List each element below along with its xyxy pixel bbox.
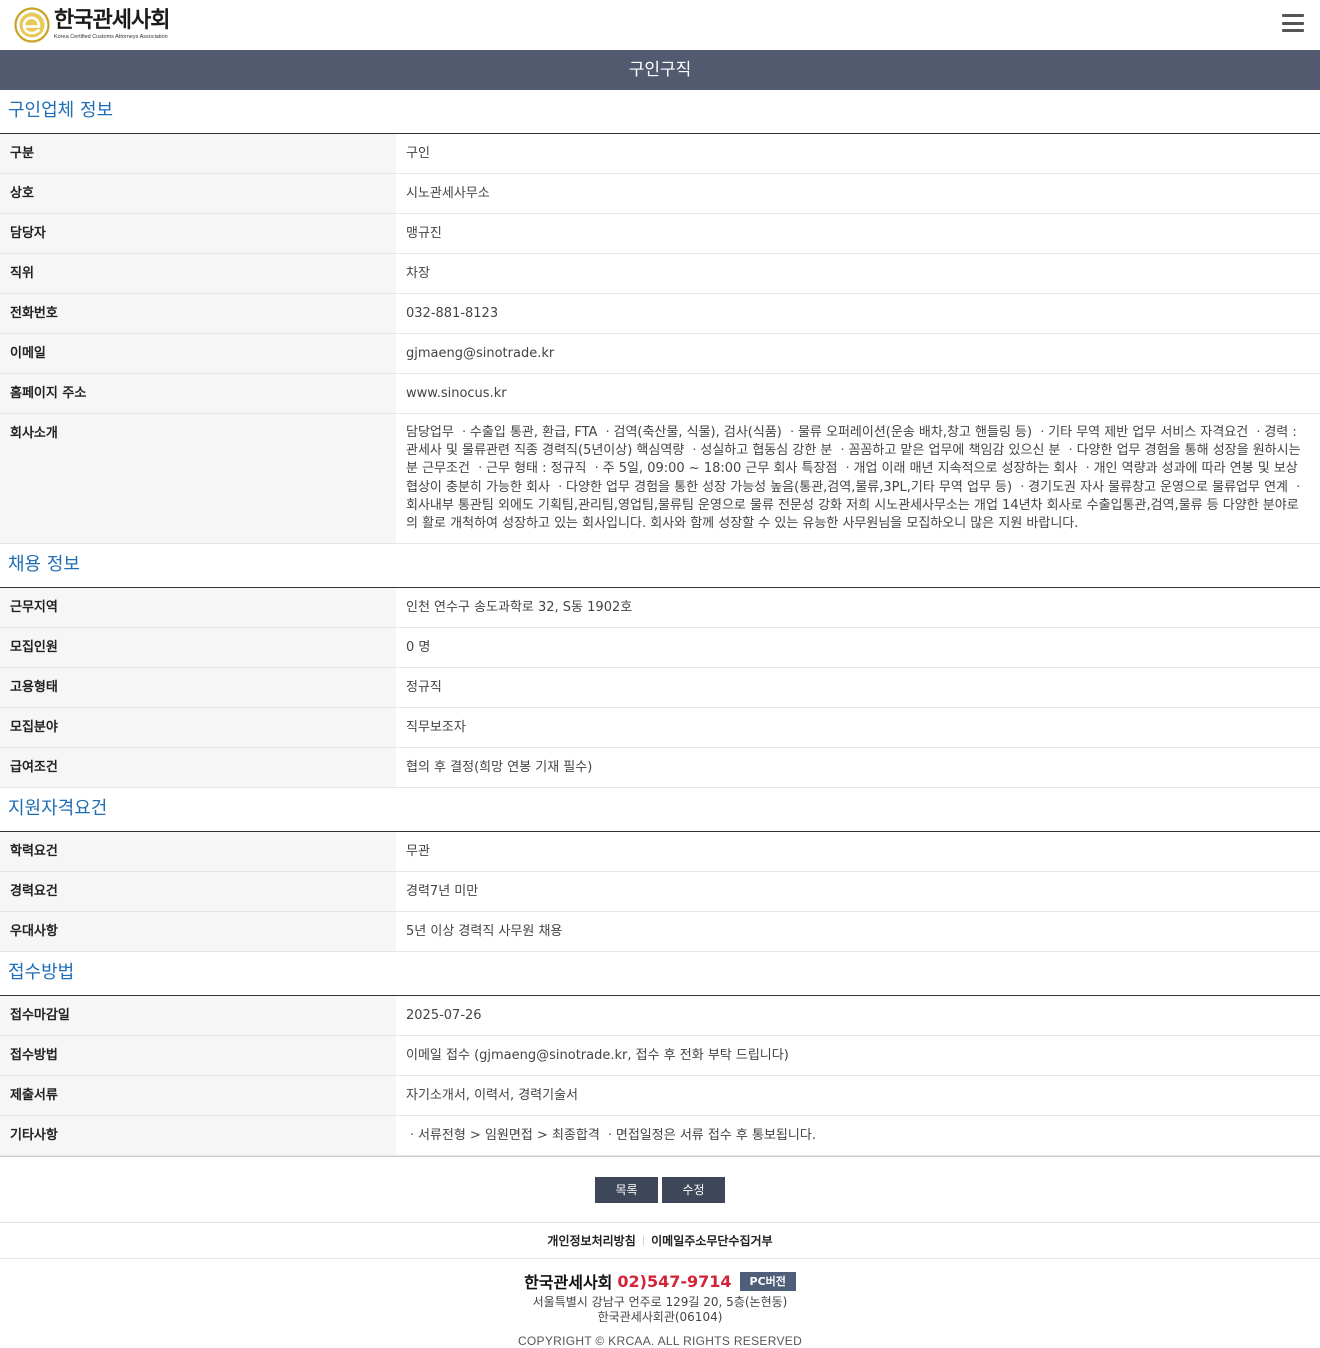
logo-english-name: Korea Certified Customs Attorneys Associ… <box>54 34 168 40</box>
logo-korean-name: 한국관세사회 <box>54 8 170 33</box>
row-label: 직위 <box>0 254 396 293</box>
pc-version-button[interactable]: PC버전 <box>739 1271 796 1291</box>
email-policy-link[interactable]: 이메일주소무단수집거부 <box>651 1232 772 1249</box>
list-button[interactable]: 목록 <box>595 1176 658 1203</box>
info-row: 접수방법 이메일 접수 (gjmaeng@sinotrade.kr, 접수 후 전… <box>0 1036 1320 1077</box>
footer-address-line1: 서울특별시 강남구 언주로 129길 20, 5층(논현동) <box>532 1295 788 1310</box>
info-row: 상호 시노관세사무소 <box>0 174 1320 214</box>
row-value: 032-881-8123 <box>406 306 499 321</box>
row-value: www.sinocus.kr <box>406 386 507 401</box>
info-row: 회사소개 담당업무 ㆍ수출입 통관, 환급, FTA ㆍ검역(축산물, 식물), … <box>0 414 1320 545</box>
row-label: 기타사항 <box>0 1116 396 1156</box>
row-label: 구분 <box>0 134 396 173</box>
row-label: 모집인원 <box>0 628 396 668</box>
info-row: 근무지역 인천 연수구 송도과학로 32, S동 1902호 <box>0 588 1320 629</box>
page-title: 구인구직 <box>0 50 1320 90</box>
info-row: 이메일 gjmaeng@sinotrade.kr <box>0 334 1320 374</box>
action-buttons: 목록 수정 <box>0 1156 1320 1224</box>
info-row: 모집인원 0 명 <box>0 628 1320 669</box>
info-row: 홈페이지 주소 www.sinocus.kr <box>0 374 1320 414</box>
row-label: 근무지역 <box>0 588 396 628</box>
row-label: 학력요건 <box>0 832 396 872</box>
info-row: 급여조건 협의 후 결정(희망 연봉 기재 필수) <box>0 748 1320 789</box>
info-row: 고용형태 정규직 <box>0 668 1320 709</box>
info-row: 제출서류 자기소개서, 이력서, 경력기술서 <box>0 1076 1320 1117</box>
row-value: 시노관세사무소 <box>406 186 490 201</box>
site-header: 한국관세사회 Korea Certified Customs Attorneys… <box>0 0 1320 50</box>
info-row: 직위 차장 <box>0 254 1320 294</box>
row-value: 정규직 <box>406 680 442 696</box>
link-divider: | <box>641 1235 646 1247</box>
site-logo[interactable]: 한국관세사회 Korea Certified Customs Attorneys… <box>14 7 170 43</box>
krcaa-logo-icon <box>14 7 50 43</box>
row-label: 고용형태 <box>0 668 396 708</box>
footer-links: 개인정보처리방침 | 이메일주소무단수집거부 <box>0 1223 1320 1260</box>
site-footer: 한국관세사회 02)547-9714 PC버전 서울특별시 강남구 언주로 12… <box>0 1259 1320 1348</box>
info-row: 경력요건 경력7년 미만 <box>0 872 1320 913</box>
row-label: 홈페이지 주소 <box>0 374 396 413</box>
row-label: 접수방법 <box>0 1036 396 1076</box>
edit-button[interactable]: 수정 <box>662 1176 725 1203</box>
row-value: 차장 <box>406 266 430 281</box>
section-hiring: 채용 정보 근무지역 인천 연수구 송도과학로 32, S동 1902호 모집인원… <box>0 544 1320 789</box>
section-qualification: 지원자격요건 학력요건 무관 경력요건 경력7년 미만 우대사항 5년 이상 경력직 … <box>0 788 1320 953</box>
row-label: 전화번호 <box>0 294 396 333</box>
info-row: 우대사항 5년 이상 경력직 사무원 채용 <box>0 912 1320 953</box>
row-value: 인천 연수구 송도과학로 32, S동 1902호 <box>406 600 633 616</box>
row-value: 5년 이상 경력직 사무원 채용 <box>406 924 563 940</box>
row-label: 제출서류 <box>0 1076 396 1116</box>
row-value: 구인 <box>406 146 430 161</box>
section-title-apply: 접수방법 <box>0 952 1320 997</box>
row-value: 무관 <box>406 844 430 860</box>
row-value: ㆍ서류전형 > 임원면접 > 최종합격 ㆍ면접일정은 서류 접수 후 통보됩니다… <box>406 1128 816 1144</box>
row-label: 접수마감일 <box>0 996 396 1036</box>
info-row: 모집분야 직무보조자 <box>0 708 1320 749</box>
privacy-policy-link[interactable]: 개인정보처리방침 <box>547 1232 635 1249</box>
row-label: 경력요건 <box>0 872 396 912</box>
footer-org-name: 한국관세사회 <box>524 1273 613 1293</box>
info-row: 학력요건 무관 <box>0 832 1320 873</box>
section-title-qualification: 지원자격요건 <box>0 788 1320 833</box>
row-value: 협의 후 결정(희망 연봉 기재 필수) <box>406 760 593 776</box>
row-label: 이메일 <box>0 334 396 373</box>
info-row: 담당자 맹규진 <box>0 214 1320 254</box>
row-label: 담당자 <box>0 214 396 253</box>
info-row: 구분 구인 <box>0 134 1320 174</box>
row-value: 2025-07-26 <box>406 1008 482 1024</box>
section-apply: 접수방법 접수마감일 2025-07-26 접수방법 이메일 접수 (gjmaeng… <box>0 952 1320 1157</box>
footer-address-line2: 한국관세사회관(06104) <box>597 1310 723 1325</box>
row-value: 경력7년 미만 <box>406 884 479 900</box>
row-label: 상호 <box>0 174 396 213</box>
row-value: 직무보조자 <box>406 720 466 736</box>
row-value: 이메일 접수 (gjmaeng@sinotrade.kr, 접수 후 전화 부탁… <box>406 1048 789 1064</box>
footer-copyright: COPYRIGHT © KRCAA. ALL RIGHTS RESERVED <box>517 1334 803 1348</box>
hamburger-menu-icon[interactable] <box>1282 14 1304 32</box>
section-company: 구인업체 정보 구분 구인 상호 시노관세사무소 담당자 맹규진 직위 차장 전화번호 0… <box>0 90 1320 545</box>
info-row: 기타사항 ㆍ서류전형 > 임원면접 > 최종합격 ㆍ면접일정은 서류 접수 후 통… <box>0 1116 1320 1157</box>
section-title-hiring: 채용 정보 <box>0 544 1320 589</box>
company-intro-text: 담당업무 ㆍ수출입 통관, 환급, FTA ㆍ검역(축산물, 식물), 검사(식… <box>406 425 1305 532</box>
row-label: 급여조건 <box>0 748 396 788</box>
section-title-company: 구인업체 정보 <box>0 90 1320 134</box>
row-label: 모집분야 <box>0 708 396 748</box>
row-label: 우대사항 <box>0 912 396 952</box>
row-label: 회사소개 <box>0 414 396 544</box>
info-row: 접수마감일 2025-07-26 <box>0 996 1320 1037</box>
footer-phone: 02)547-9714 <box>617 1271 732 1291</box>
row-value: 0 명 <box>406 640 431 656</box>
row-value: 맹규진 <box>406 226 442 241</box>
row-value: 자기소개서, 이력서, 경력기술서 <box>406 1088 579 1104</box>
info-row: 전화번호 032-881-8123 <box>0 294 1320 334</box>
row-value: gjmaeng@sinotrade.kr <box>406 346 555 361</box>
